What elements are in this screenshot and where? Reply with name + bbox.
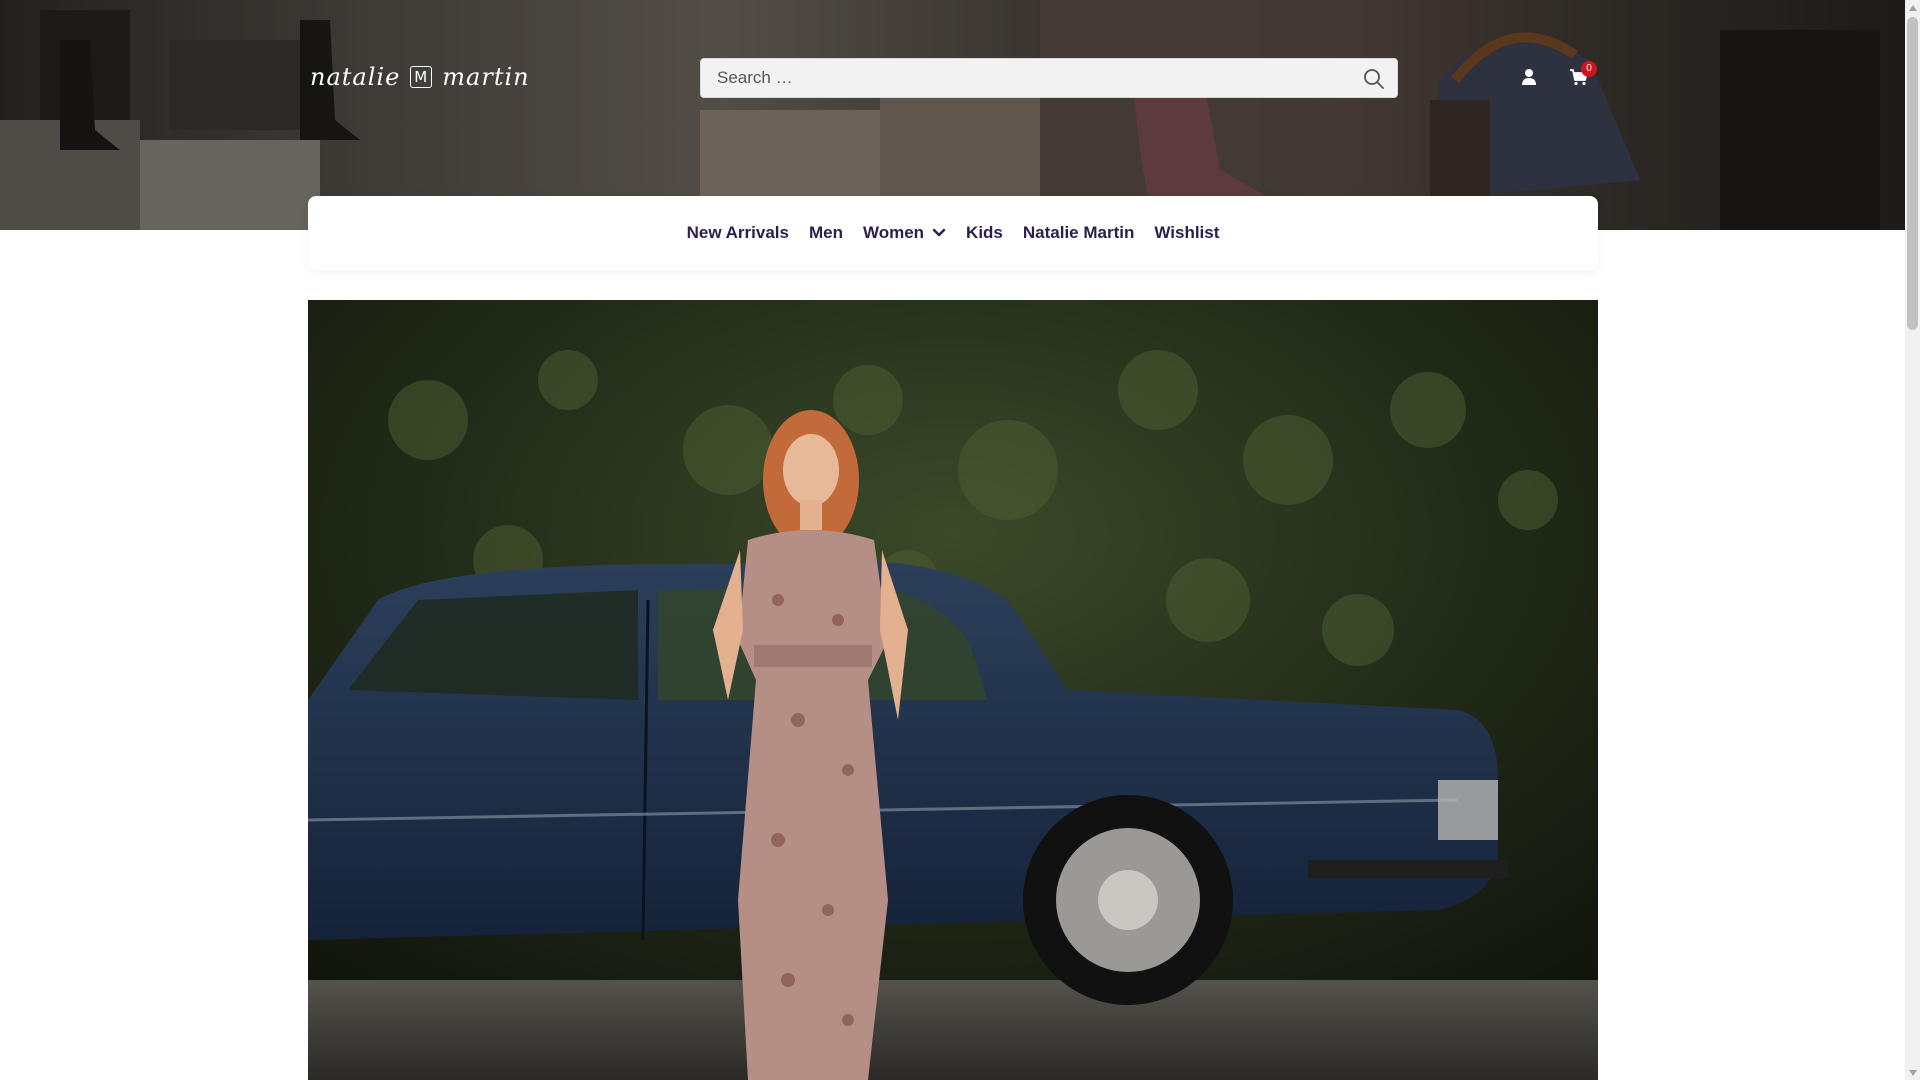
nav-item-women[interactable]: Women xyxy=(863,223,946,243)
nav-item-label: Kids xyxy=(966,223,1003,242)
nav-item-natalie-martin[interactable]: Natalie Martin xyxy=(1023,223,1134,243)
logo-text-left: natalie xyxy=(310,63,401,91)
scroll-down-arrow[interactable] xyxy=(1905,1065,1920,1080)
hero-image[interactable] xyxy=(308,300,1598,1080)
logo-text-right: martin xyxy=(442,63,530,91)
logo-monogram: M xyxy=(410,66,433,88)
nav-item-new-arrivals[interactable]: New Arrivals xyxy=(687,223,789,243)
chevron-down-icon[interactable] xyxy=(932,228,946,238)
search-bar xyxy=(700,58,1398,98)
main-navigation-card: New Arrivals Men Women Kids Natalie Mart… xyxy=(308,196,1598,270)
hero-photo xyxy=(308,300,1598,1080)
nav-item-kids[interactable]: Kids xyxy=(966,223,1003,243)
nav-item-label: Women xyxy=(862,223,925,242)
scroll-up-arrow[interactable] xyxy=(1905,0,1920,15)
search-button[interactable] xyxy=(1361,66,1387,92)
scrollbar-thumb[interactable] xyxy=(1907,17,1918,330)
site-logo[interactable]: natalie M martin xyxy=(310,62,530,92)
search-icon xyxy=(1364,69,1384,89)
triangle-down-icon xyxy=(1908,1069,1917,1076)
triangle-up-icon xyxy=(1908,4,1917,11)
user-icon xyxy=(1522,69,1536,85)
nav-item-label: Wishlist xyxy=(1154,223,1220,242)
nav-item-men[interactable]: Men xyxy=(809,223,843,243)
cart-count-badge: 0 xyxy=(1581,61,1597,77)
nav-item-label: Natalie Martin xyxy=(1022,223,1135,242)
nav-item-wishlist[interactable]: Wishlist xyxy=(1154,223,1219,243)
nav-item-label: Men xyxy=(808,223,843,242)
main-navigation: New Arrivals Men Women Kids Natalie Mart… xyxy=(308,196,1598,270)
page-scrollbar[interactable] xyxy=(1905,0,1920,1080)
nav-item-label: New Arrivals xyxy=(686,223,789,242)
search-input[interactable] xyxy=(701,59,1341,97)
account-button[interactable] xyxy=(1521,68,1537,86)
